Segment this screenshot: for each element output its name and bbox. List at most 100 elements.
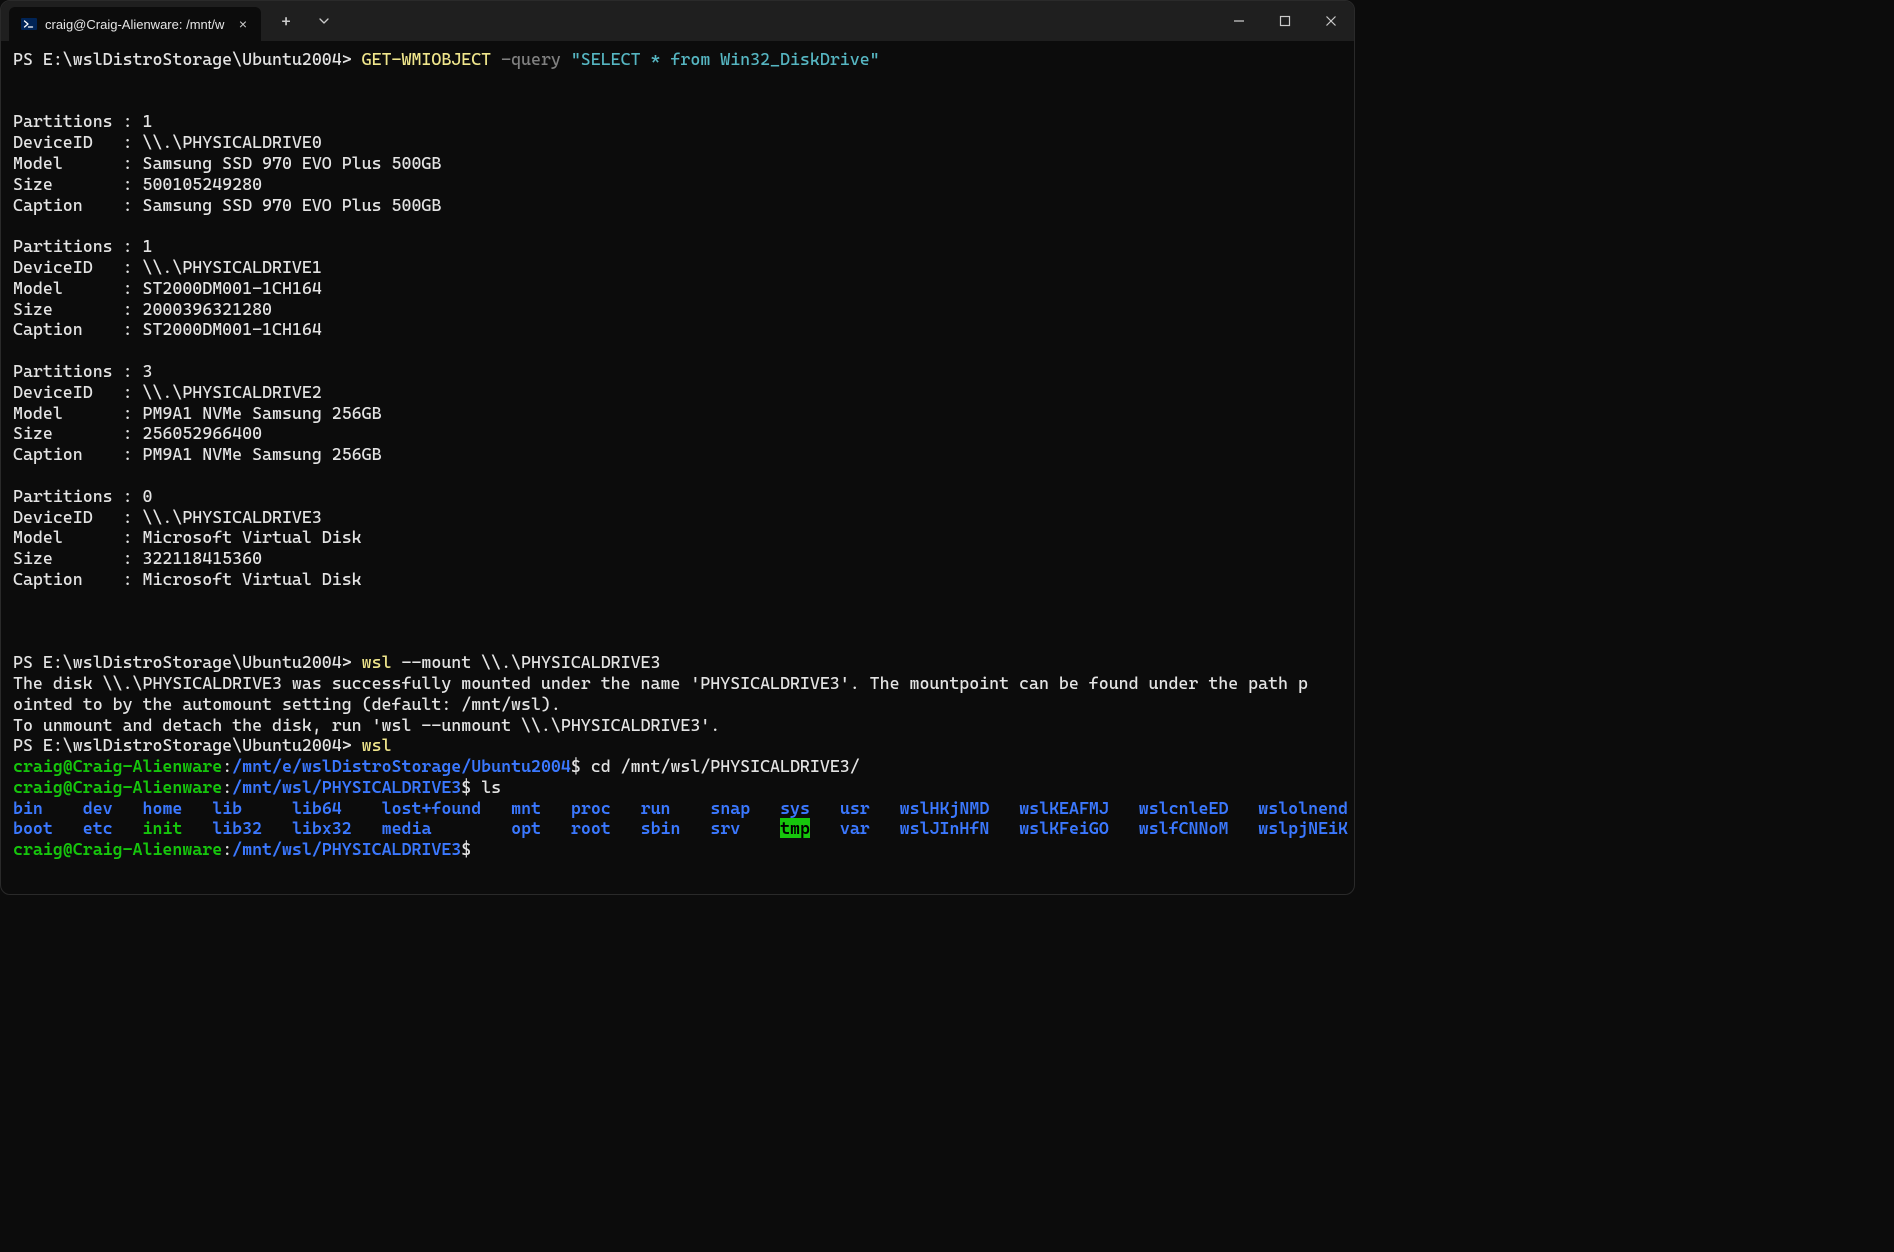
bash-path: /mnt/wsl/PHYSICALDRIVE3 [232,839,461,859]
powershell-icon [21,16,37,32]
drive-size: Size : 256052966400 [13,423,262,443]
terminal-line: Partitions : 1 [13,236,1342,257]
cmdlet: GET-WMIOBJECT [362,49,492,69]
ls-entry: lost+found [382,798,482,818]
terminal-line: Caption : PM9A1 NVMe Samsung 256GB [13,444,1342,465]
drive-model: Model : PM9A1 NVMe Samsung 256GB [13,403,382,423]
terminal-line: Size : 2000396321280 [13,299,1342,320]
terminal-line: bin dev home lib lib64 lost+found mnt pr… [13,798,1342,819]
cmd-flag: -query [491,49,571,69]
ls-entry: tmp [780,818,810,838]
bash-userhost: craig@Craig-Alienware [13,756,222,776]
ls-entry: opt [511,818,541,838]
terminal-line: Size : 322118415360 [13,548,1342,569]
terminal-line: Caption : ST2000DM001-1CH164 [13,319,1342,340]
terminal-line: PS E:\wslDistroStorage\Ubuntu2004> wsl [13,735,1342,756]
ls-entry: sys [780,798,810,818]
tab-active[interactable]: craig@Craig-Alienware: /mnt/w × [9,7,261,41]
drive-deviceid: DeviceID : \\.\PHYSICALDRIVE0 [13,132,322,152]
terminal-line: Model : PM9A1 NVMe Samsung 256GB [13,403,1342,424]
terminal-line: Model : Microsoft Virtual Disk [13,527,1342,548]
terminal-line: PS E:\wslDistroStorage\Ubuntu2004> GET-W… [13,49,1342,70]
pad [113,798,143,818]
output: The disk \\.\PHYSICALDRIVE3 was successf… [13,673,1308,693]
drive-size: Size : 500105249280 [13,174,262,194]
ps-prompt: PS E:\wslDistroStorage\Ubuntu2004> [13,735,362,755]
bash-path: /mnt/e/wslDistroStorage/Ubuntu2004 [232,756,571,776]
window-controls [1216,1,1354,41]
new-tab-button[interactable]: + [269,4,303,38]
output: To unmount and detach the disk, run 'wsl… [13,715,720,735]
tab-close-icon[interactable]: × [235,16,251,32]
blank-line [13,590,1342,611]
tab-actions: + [261,1,341,41]
ls-entry: proc [571,798,611,818]
titlebar: craig@Craig-Alienware: /mnt/w × + [1,1,1354,41]
terminal-line: Caption : Microsoft Virtual Disk [13,569,1342,590]
dollar: $ [461,777,481,797]
terminal-body[interactable]: PS E:\wslDistroStorage\Ubuntu2004> GET-W… [1,41,1354,894]
drive-caption: Caption : PM9A1 NVMe Samsung 256GB [13,444,382,464]
ls-entry: lib32 [212,818,262,838]
pad [671,798,711,818]
dollar: $ [571,756,591,776]
ls-entry: srv [710,818,740,838]
pad [870,818,900,838]
close-button[interactable] [1308,1,1354,41]
terminal-window: craig@Craig-Alienware: /mnt/w × + PS E:\… [0,0,1355,895]
pad [611,818,641,838]
drive-deviceid: DeviceID : \\.\PHYSICALDRIVE1 [13,257,322,277]
colon: : [222,756,232,776]
ls-entry: wslKFeiGO [1019,818,1109,838]
terminal-line: ointed to by the automount setting (defa… [13,694,1342,715]
drive-deviceid: DeviceID : \\.\PHYSICALDRIVE3 [13,507,322,527]
drive-caption: Caption : ST2000DM001-1CH164 [13,319,322,339]
terminal-line: boot etc init lib32 libx32 media opt roo… [13,818,1342,839]
pad [989,798,1019,818]
cmd-args: --mount \\.\PHYSICALDRIVE3 [392,652,661,672]
ls-entry: bin [13,798,43,818]
pad [810,818,840,838]
pad [242,798,292,818]
drive-deviceid: DeviceID : \\.\PHYSICALDRIVE2 [13,382,322,402]
ls-entry: lib [212,798,242,818]
ls-entry: root [571,818,611,838]
tab-dropdown-button[interactable] [307,4,341,38]
pad [541,818,571,838]
pad [431,818,511,838]
terminal-line: PS E:\wslDistroStorage\Ubuntu2004> wsl -… [13,652,1342,673]
bash-cmd: cd /mnt/wsl/PHYSICALDRIVE3/ [591,756,860,776]
maximize-button[interactable] [1262,1,1308,41]
pad [611,798,641,818]
pad [342,798,382,818]
drive-partitions: Partitions : 0 [13,486,152,506]
pad [182,798,212,818]
pad [1228,798,1258,818]
ls-entry: wslJInHfN [900,818,990,838]
ls-entry: etc [83,818,113,838]
drive-model: Model : Microsoft Virtual Disk [13,527,362,547]
pad [262,818,292,838]
ls-entry: media [382,818,432,838]
pad [989,818,1019,838]
blank-line [13,465,1342,486]
blank-line [13,631,1342,652]
terminal-line: DeviceID : \\.\PHYSICALDRIVE3 [13,507,1342,528]
pad [43,798,83,818]
drive-size: Size : 322118415360 [13,548,262,568]
blank-line [13,91,1342,112]
ls-entry: init [143,818,183,838]
terminal-line: Model : Samsung SSD 970 EVO Plus 500GB [13,153,1342,174]
tab-title: craig@Craig-Alienware: /mnt/w [45,17,227,32]
pad [481,798,511,818]
ps-prompt: PS E:\wslDistroStorage\Ubuntu2004> [13,49,362,69]
terminal-line: DeviceID : \\.\PHYSICALDRIVE0 [13,132,1342,153]
drive-partitions: Partitions : 3 [13,361,152,381]
terminal-line: craig@Craig-Alienware:/mnt/wsl/PHYSICALD… [13,839,1342,860]
terminal-line: The disk \\.\PHYSICALDRIVE3 was successf… [13,673,1342,694]
ls-entry: wslolnend [1258,798,1348,818]
ls-entry: snap [710,798,750,818]
ls-entry: wslpjNEiK [1258,818,1348,838]
bash-userhost: craig@Craig-Alienware [13,839,222,859]
minimize-button[interactable] [1216,1,1262,41]
